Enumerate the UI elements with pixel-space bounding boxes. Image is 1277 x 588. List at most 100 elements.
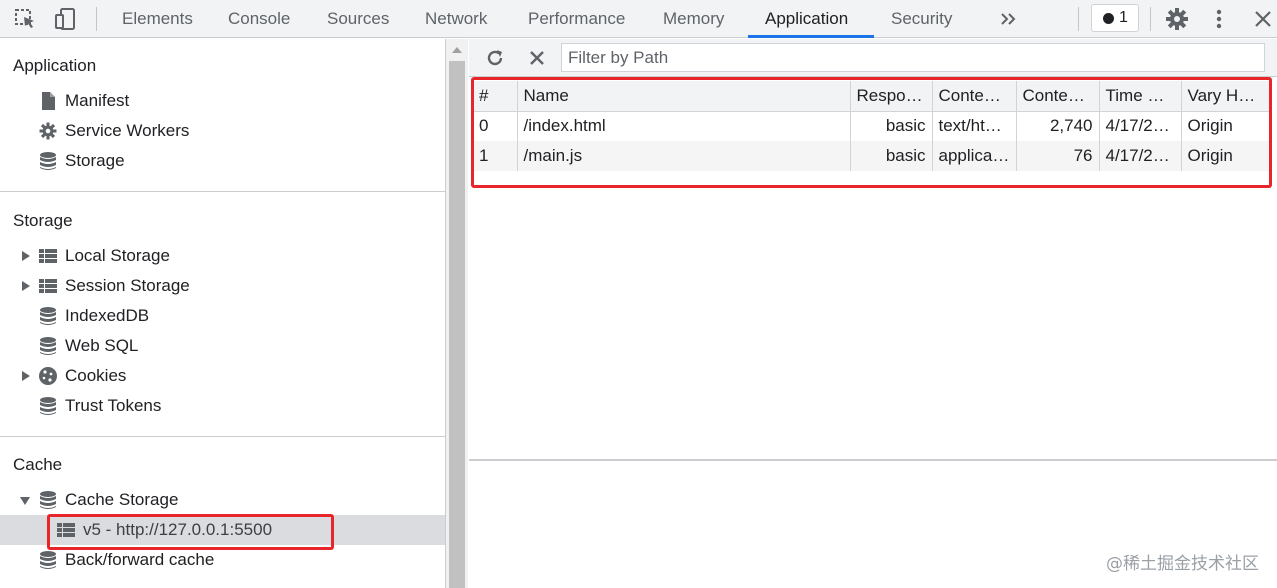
sidebar-item-label: Back/forward cache — [65, 550, 215, 569]
database-icon — [38, 396, 58, 416]
cell-content-type: applica… — [932, 141, 1017, 171]
cell-content-length: 2,740 — [1016, 111, 1100, 141]
sidebar-item-storage[interactable]: Storage — [0, 146, 445, 176]
clear-icon[interactable] — [526, 47, 548, 69]
expand-arrow-icon[interactable] — [22, 281, 30, 291]
column-header-name[interactable]: Name — [517, 81, 851, 112]
sidebar-item-trust-tokens[interactable]: Trust Tokens — [0, 391, 445, 421]
sidebar-item-session-storage[interactable]: Session Storage — [0, 271, 445, 301]
cache-filter-toolbar — [469, 39, 1277, 77]
cell-content-type: text/ht… — [932, 111, 1017, 141]
cache-storage-panel: # Name Respo… Conte… Conte… Time C… Vary… — [469, 39, 1277, 588]
cell-content-length: 76 — [1016, 141, 1100, 171]
sidebar-item-back-forward-cache[interactable]: Back/forward cache — [0, 545, 445, 575]
cell-response-type: basic — [850, 141, 933, 171]
cell-time-cached: 4/17/2… — [1099, 111, 1182, 141]
sidebar-item-label: Cache Storage — [65, 490, 179, 509]
database-icon — [38, 336, 58, 356]
cell-vary-header: Origin — [1181, 141, 1269, 171]
issues-badge[interactable]: 1 — [1091, 4, 1139, 32]
grid-icon — [38, 246, 58, 266]
cell-vary-header: Origin — [1187, 116, 1233, 136]
section-title-storage: Storage — [13, 211, 73, 230]
table-row[interactable]: 0 /index.html basic text/ht… 2,740 4/17/… — [473, 111, 1269, 141]
table-header-row: # Name Respo… Conte… Conte… Time C… Vary… — [473, 81, 1269, 112]
watermark: @稀土掘金技术社区 — [1106, 554, 1259, 574]
tab-elements[interactable]: Elements — [122, 0, 193, 38]
tab-application[interactable]: Application — [765, 0, 848, 38]
sidebar-item-manifest[interactable]: Manifest — [0, 86, 445, 116]
gear-icon[interactable] — [1164, 6, 1190, 32]
cache-entries-table: # Name Respo… Conte… Conte… Time C… Vary… — [473, 81, 1269, 171]
toolbar-divider — [1078, 7, 1079, 31]
section-title-cache: Cache — [13, 455, 63, 474]
table-row[interactable]: 1 /main.js basic applica… 76 4/17/2… Ori… — [473, 141, 1269, 171]
column-header-response-type[interactable]: Respo… — [850, 81, 933, 112]
database-icon — [38, 306, 58, 326]
cell-name: /index.html — [517, 111, 851, 141]
tab-performance[interactable]: Performance — [528, 0, 625, 38]
column-header-index[interactable]: # — [473, 81, 518, 112]
section-divider — [0, 191, 445, 192]
close-icon[interactable] — [1250, 6, 1276, 32]
cell-index: 0 — [473, 111, 518, 141]
scroll-up-arrow-icon[interactable] — [452, 47, 462, 53]
cell-time-cached: 4/17/2… — [1099, 141, 1182, 171]
database-icon — [38, 550, 58, 570]
tab-security[interactable]: Security — [891, 0, 952, 38]
gear-icon — [38, 121, 58, 141]
sidebar-item-label: Manifest — [65, 91, 130, 110]
sidebar-item-label: Session Storage — [65, 276, 190, 295]
sidebar-item-label: Local Storage — [65, 246, 170, 265]
sidebar-item-label: Storage — [65, 151, 125, 170]
column-header-content-type[interactable]: Conte… — [932, 81, 1017, 112]
active-tab-indicator — [748, 35, 874, 38]
grid-icon — [56, 520, 76, 540]
expand-arrow-icon[interactable] — [22, 251, 30, 261]
sidebar-item-service-workers[interactable]: Service Workers — [0, 116, 445, 146]
chevrons-right-icon[interactable] — [996, 6, 1022, 32]
cell-name: /main.js — [517, 141, 851, 171]
sidebar-item-web-sql[interactable]: Web SQL — [0, 331, 445, 361]
sidebar-scrollbar[interactable] — [446, 39, 468, 588]
section-title-application: Application — [13, 56, 97, 75]
sidebar-item-label: IndexedDB — [65, 306, 150, 325]
tab-console[interactable]: Console — [228, 0, 290, 38]
preview-split-divider[interactable] — [469, 459, 1277, 461]
sidebar-item-label: Trust Tokens — [65, 396, 162, 415]
more-options-icon[interactable] — [1206, 6, 1232, 32]
cookie-icon — [38, 366, 58, 386]
device-toolbar-icon[interactable] — [52, 6, 78, 32]
filter-by-path-input[interactable] — [561, 43, 1265, 72]
database-icon — [38, 151, 58, 171]
section-divider — [0, 436, 445, 437]
issues-count: 1 — [1119, 9, 1128, 26]
sidebar-item-cache-storage[interactable]: Cache Storage — [0, 485, 445, 515]
sidebar-item-local-storage[interactable]: Local Storage — [0, 241, 445, 271]
tab-sources[interactable]: Sources — [327, 0, 389, 38]
refresh-icon[interactable] — [484, 47, 506, 69]
column-header-time-cached[interactable]: Time C… — [1099, 81, 1182, 112]
tab-network[interactable]: Network — [425, 0, 487, 38]
issue-dot-icon — [1103, 13, 1114, 24]
expand-arrow-icon[interactable] — [22, 371, 30, 381]
collapse-arrow-icon[interactable] — [20, 497, 30, 505]
column-header-content-length[interactable]: Conte… — [1016, 81, 1100, 112]
toolbar-divider — [1150, 7, 1151, 31]
sidebar-item-label: Web SQL — [65, 336, 139, 355]
grid-icon — [38, 276, 58, 296]
sidebar-item-cookies[interactable]: Cookies — [0, 361, 445, 391]
tab-memory[interactable]: Memory — [663, 0, 724, 38]
cell-index: 1 — [473, 141, 518, 171]
column-header-vary-header[interactable]: Vary H… — [1181, 81, 1269, 112]
sidebar-item-label: Cookies — [65, 366, 127, 385]
database-icon — [38, 490, 58, 510]
sidebar-item-indexeddb[interactable]: IndexedDB — [0, 301, 445, 331]
sidebar-item-cache-v5[interactable]: v5 - http://127.0.0.1:5500 — [0, 515, 445, 545]
toolbar-divider — [96, 7, 97, 31]
inspect-element-icon[interactable] — [12, 6, 38, 32]
cell-response-type: basic — [850, 111, 933, 141]
scrollbar-thumb[interactable] — [449, 61, 465, 588]
sidebar-item-label: v5 - http://127.0.0.1:5500 — [83, 520, 273, 539]
application-sidebar: Application Manifest Service Workers Sto… — [0, 39, 446, 588]
